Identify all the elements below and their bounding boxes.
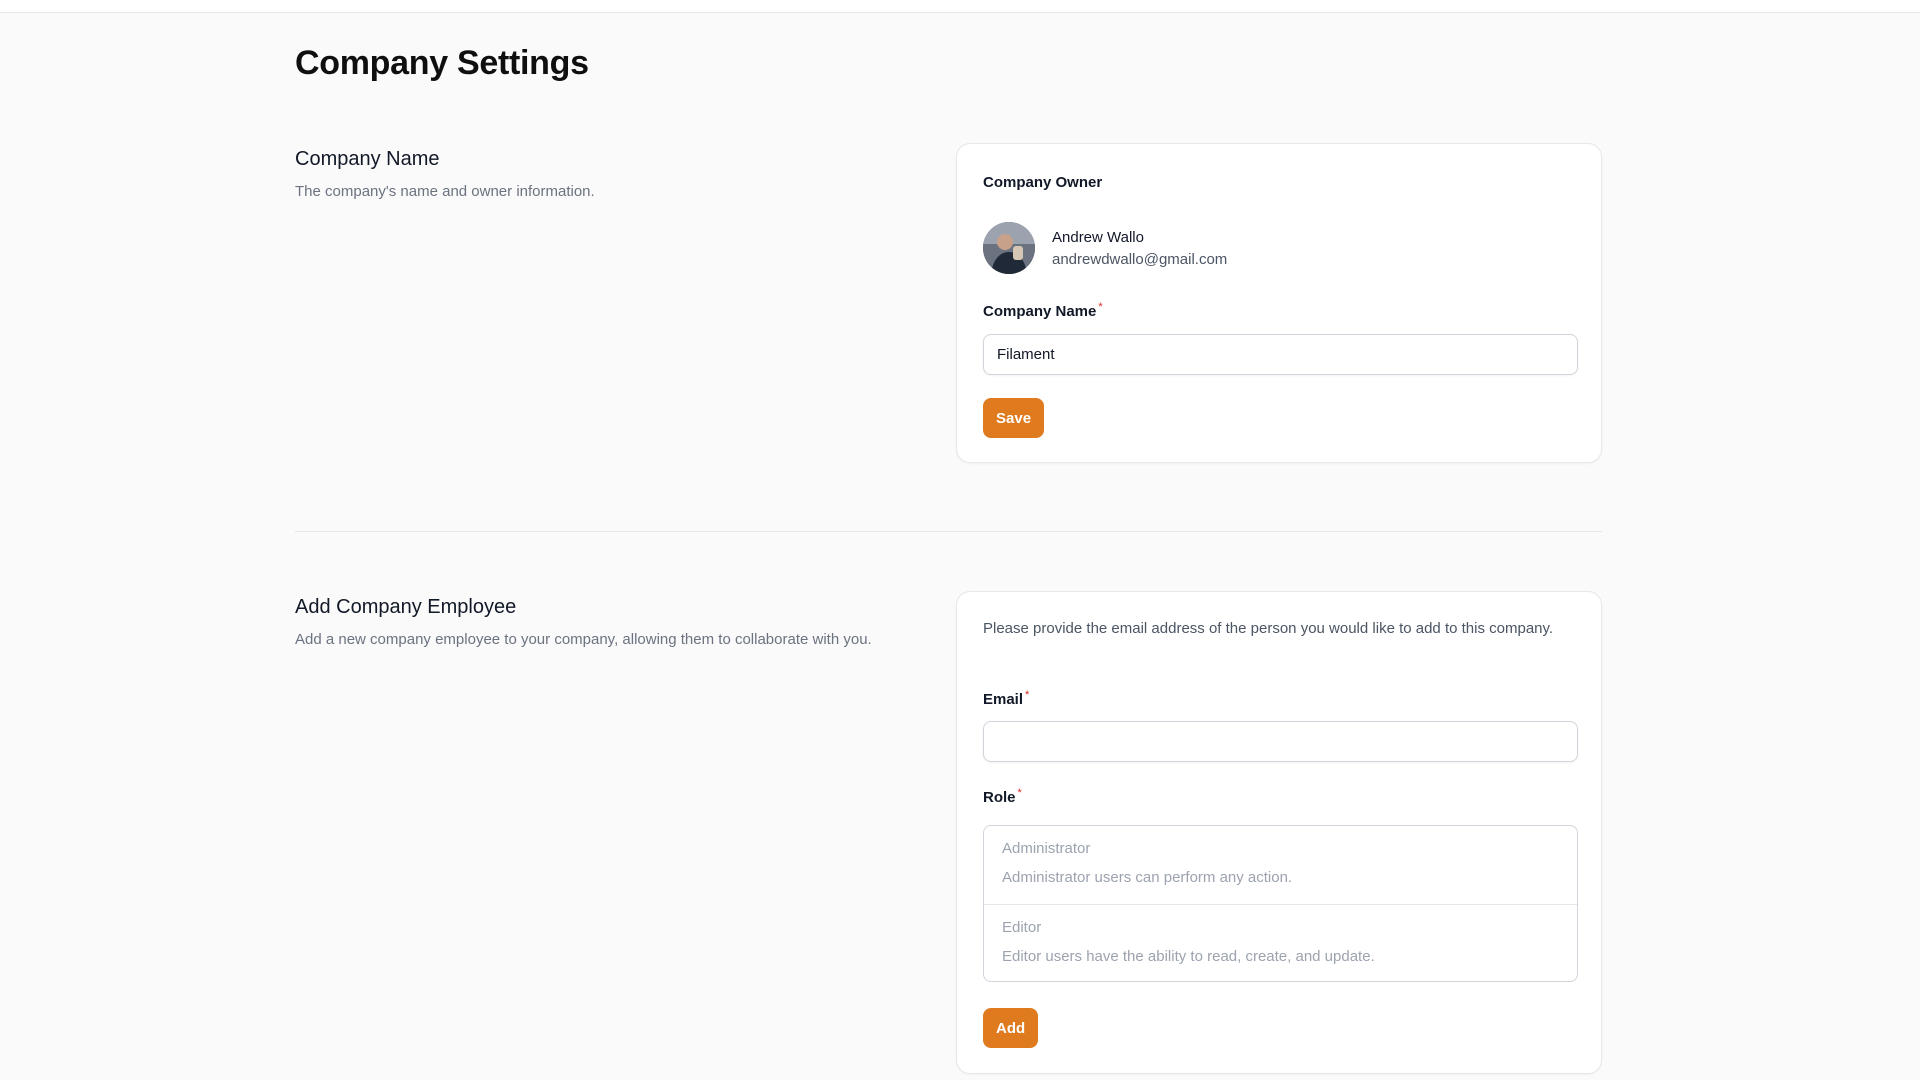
- company-name-section-header: Company Name The company's name and owne…: [295, 148, 935, 200]
- add-employee-section-header: Add Company Employee Add a new company e…: [295, 596, 935, 648]
- role-label: Role *: [983, 787, 1022, 806]
- role-option-editor[interactable]: Editor Editor users have the ability to …: [984, 904, 1577, 981]
- add-employee-intro: Please provide the email address of the …: [983, 620, 1554, 637]
- owner-name: Andrew Wallo: [1052, 228, 1144, 246]
- role-description: Administrator users can perform any acti…: [1002, 869, 1293, 886]
- role-label-text: Role: [983, 789, 1016, 806]
- role-name: Administrator: [1002, 840, 1091, 857]
- company-name-card: Company Owner Andrew Wallo andrewdwallo@…: [956, 143, 1602, 463]
- owner-email: andrewdwallo@gmail.com: [1052, 250, 1228, 268]
- email-input[interactable]: [983, 721, 1578, 762]
- page-title: Company Settings: [295, 44, 589, 82]
- add-button[interactable]: Add: [983, 1008, 1039, 1048]
- company-name-label: Company Name *: [983, 301, 1103, 320]
- company-name-input[interactable]: [983, 334, 1578, 375]
- company-name-label-text: Company Name: [983, 303, 1097, 320]
- company-owner-label: Company Owner: [983, 174, 1103, 191]
- add-employee-card: Please provide the email address of the …: [956, 591, 1602, 1074]
- role-option-administrator[interactable]: Administrator Administrator users can pe…: [984, 826, 1577, 904]
- save-button[interactable]: Save: [983, 398, 1045, 438]
- section-heading: Add Company Employee: [295, 596, 517, 618]
- section-description: Add a new company employee to your compa…: [295, 631, 872, 648]
- email-label: Email *: [983, 689, 1029, 708]
- email-label-text: Email: [983, 691, 1024, 708]
- section-divider: [295, 531, 1602, 532]
- section-heading: Company Name: [295, 148, 440, 170]
- role-name: Editor: [1002, 919, 1042, 936]
- required-mark: *: [1025, 689, 1030, 701]
- required-mark: *: [1098, 301, 1103, 313]
- avatar: [983, 222, 1035, 274]
- role-description: Editor users have the ability to read, c…: [1002, 948, 1375, 965]
- role-selector: Administrator Administrator users can pe…: [983, 825, 1578, 982]
- section-description: The company's name and owner information…: [295, 183, 595, 200]
- owner-info: Andrew Wallo andrewdwallo@gmail.com: [1052, 229, 1227, 268]
- owner-row: Andrew Wallo andrewdwallo@gmail.com: [983, 222, 1227, 274]
- top-bar: [0, 0, 1920, 13]
- required-mark: *: [1017, 787, 1022, 799]
